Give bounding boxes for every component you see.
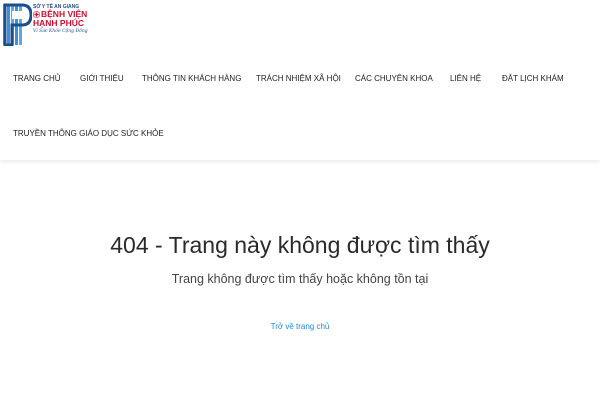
- nav-item-specialties[interactable]: CÁC CHUYÊN KHOA: [355, 74, 433, 83]
- nav-item-social-responsibility[interactable]: TRÁCH NHIỆM XÃ HỘI: [256, 74, 341, 83]
- nav-item-home[interactable]: TRANG CHỦ: [13, 74, 61, 83]
- nav-item-customer-info[interactable]: THÔNG TIN KHÁCH HÀNG: [142, 74, 241, 83]
- back-to-home-link[interactable]: Trở về trang chủ: [0, 322, 600, 331]
- error-title: 404 - Trang này không được tìm thấy: [110, 232, 490, 258]
- error-page-content: 404 - Trang này không được tìm thấy Tran…: [0, 160, 600, 400]
- main-navigation: TRANG CHỦ GIỚI THIỆU THÔNG TIN KHÁCH HÀN…: [0, 0, 600, 160]
- nav-item-book-appointment[interactable]: ĐẶT LỊCH KHÁM: [502, 74, 564, 83]
- site-header: SỞ Y TẾ AN GIANG BỆNH VIỆN HẠNH PHÚC Vì …: [0, 0, 600, 160]
- nav-item-contact[interactable]: LIÊN HỆ: [450, 74, 481, 83]
- error-subtitle: Trang không được tìm thấy hoặc không tồn…: [171, 272, 429, 286]
- nav-item-health-education[interactable]: TRUYỀN THÔNG GIÁO DỤC SỨC KHỎE: [13, 129, 164, 138]
- nav-item-about[interactable]: GIỚI THIỆU: [80, 74, 124, 83]
